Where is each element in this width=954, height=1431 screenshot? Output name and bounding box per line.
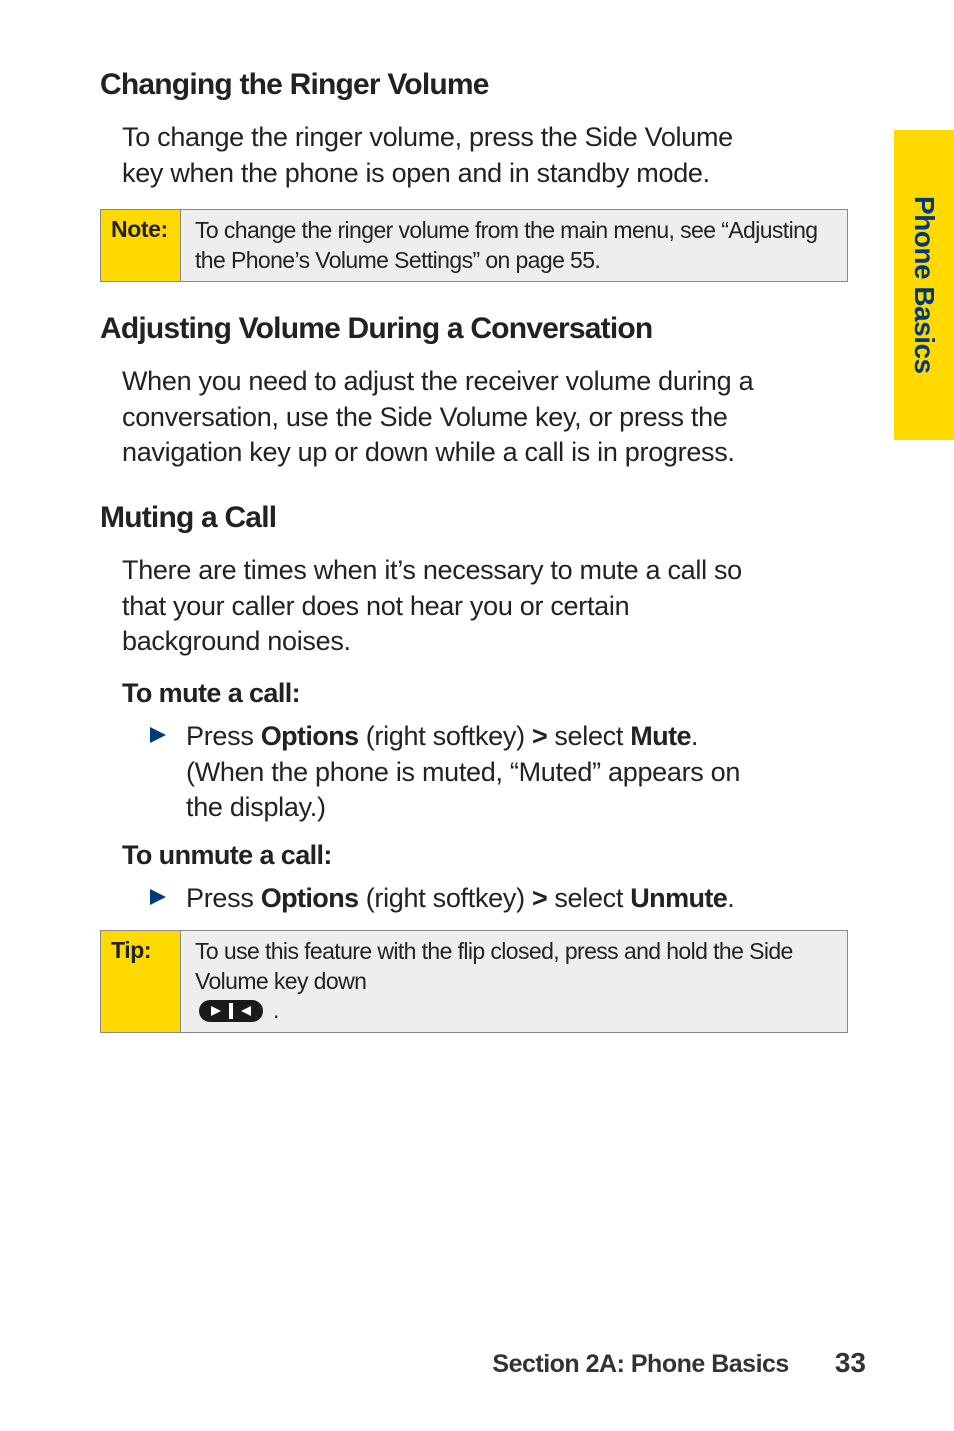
- t: Press: [186, 883, 261, 913]
- side-tab-phone-basics: Phone Basics: [894, 130, 954, 440]
- t-gt: >: [532, 883, 547, 913]
- t-options: Options: [261, 883, 359, 913]
- t: Press: [186, 721, 261, 751]
- note-text: To change the ringer volume from the mai…: [195, 216, 835, 275]
- label-to-unmute: To unmute a call:: [122, 840, 760, 871]
- t: (right softkey): [359, 883, 532, 913]
- t: (right softkey): [359, 721, 532, 751]
- t-unmute: Unmute: [630, 883, 727, 913]
- step-unmute-text: Press Options (right softkey) > select U…: [186, 881, 734, 917]
- step-mute: Press Options (right softkey) > select M…: [148, 719, 760, 826]
- heading-adjusting-volume: Adjusting Volume During a Conversation: [100, 312, 760, 346]
- bullet-arrow-icon: [148, 887, 168, 917]
- side-tab-label: Phone Basics: [908, 196, 940, 374]
- step-unmute: Press Options (right softkey) > select U…: [148, 881, 760, 917]
- t-mute: Mute: [630, 721, 691, 751]
- volume-key-icon: [199, 1000, 263, 1022]
- heading-muting-call: Muting a Call: [100, 501, 760, 535]
- footer-page-number: 33: [835, 1347, 866, 1379]
- t: .: [727, 883, 734, 913]
- tip-label: Tip:: [101, 931, 181, 1031]
- tip-callout: Tip: To use this feature with the flip c…: [100, 930, 848, 1032]
- heading-changing-ringer-volume: Changing the Ringer Volume: [100, 68, 760, 102]
- body-muting-call: There are times when it’s necessary to m…: [122, 553, 760, 660]
- bullet-arrow-icon: [148, 725, 168, 826]
- t: select: [547, 883, 630, 913]
- label-to-mute: To mute a call:: [122, 678, 760, 709]
- body-ringer-volume: To change the ringer volume, press the S…: [122, 120, 760, 191]
- step-mute-text: Press Options (right softkey) > select M…: [186, 719, 760, 826]
- t: select: [547, 721, 630, 751]
- page-content: Changing the Ringer Volume To change the…: [0, 0, 860, 1033]
- note-callout: Note: To change the ringer volume from t…: [100, 209, 848, 282]
- tip-text-after: .: [273, 996, 279, 1025]
- t-options: Options: [261, 721, 359, 751]
- note-content: To change the ringer volume from the mai…: [181, 210, 847, 281]
- note-label: Note:: [101, 210, 181, 281]
- footer-section: Section 2A: Phone Basics: [492, 1350, 788, 1379]
- page-footer: Section 2A: Phone Basics 33: [492, 1347, 866, 1379]
- tip-content: To use this feature with the flip closed…: [181, 931, 847, 1031]
- t-gt: >: [532, 721, 547, 751]
- tip-text-before: To use this feature with the flip closed…: [195, 937, 835, 996]
- body-adjusting-volume: When you need to adjust the receiver vol…: [122, 364, 760, 471]
